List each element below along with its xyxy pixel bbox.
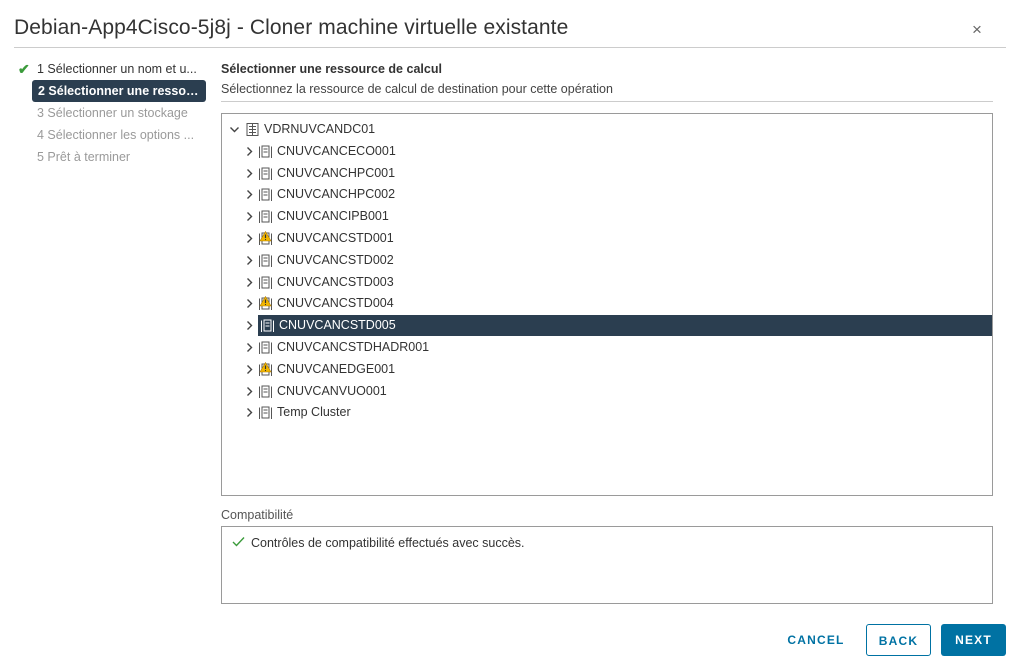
tree-cluster-node[interactable]: CNUVCANCHPC002	[222, 184, 992, 205]
cluster-warning-icon	[258, 296, 273, 311]
tree-node-label: CNUVCANCHPC001	[277, 165, 396, 180]
cluster-warning-icon	[258, 230, 273, 246]
step-label: 5 Prêt à terminer	[37, 150, 131, 164]
step-1[interactable]: ✔ 1 Sélectionner un nom et u...	[14, 58, 206, 80]
cluster-icon	[258, 144, 273, 159]
chevron-down-icon[interactable]	[228, 119, 240, 140]
back-button[interactable]: BACK	[866, 624, 931, 656]
step-3: 3 Sélectionner un stockage	[14, 102, 206, 124]
compatibility-label: Compatibilité	[221, 508, 294, 522]
chevron-right-icon[interactable]	[243, 250, 255, 271]
next-button[interactable]: NEXT	[941, 624, 1006, 656]
tree-node-label: CNUVCANCSTDHADR001	[277, 340, 430, 354]
tree-cluster-node[interactable]: CNUVCANCSTD001	[222, 228, 992, 249]
tree-node-label: CNUVCANCSTD004	[277, 296, 394, 311]
step-2[interactable]: 2 Sélectionner une ressour...	[32, 80, 206, 102]
compatibility-message: Contrôles de compatibilité effectués ave…	[232, 536, 525, 550]
tree-cluster-node[interactable]: CNUVCANCHPC001	[222, 163, 992, 184]
tree-node-label: CNUVCANCSTD002	[277, 252, 394, 267]
tree-node-label: CNUVCANCSTD001	[277, 231, 394, 245]
cluster-warning-icon	[258, 361, 273, 377]
cluster-icon	[260, 318, 275, 333]
tree-node-label: CNUVCANCSTD003	[277, 274, 394, 289]
section-title: Sélectionner une ressource de calcul	[221, 62, 442, 76]
cluster-icon	[258, 166, 273, 181]
cluster-icon	[258, 187, 273, 202]
tree-cluster-node[interactable]: CNUVCANCECO001	[222, 141, 992, 162]
tree-node-label: Temp Cluster	[277, 405, 351, 420]
tree-cluster-node[interactable]: CNUVCANCSTD003	[222, 272, 992, 293]
chevron-right-icon[interactable]	[243, 141, 255, 162]
tree-cluster-node[interactable]: Temp Cluster	[222, 402, 992, 423]
tree-node-label: CNUVCANVUO001	[277, 383, 387, 398]
resource-tree: VDRNUVCANDC01 CNUVCANCECO001 CNUVCANCHPC0…	[221, 113, 993, 496]
chevron-right-icon[interactable]	[243, 402, 255, 423]
chevron-right-icon[interactable]	[243, 359, 255, 380]
cluster-icon	[258, 209, 273, 224]
tree-cluster-node[interactable]: CNUVCANCSTD002	[222, 250, 992, 271]
tree-node-label: CNUVCANCHPC002	[277, 187, 396, 202]
tree-node-label: CNUVCANEDGE001	[277, 361, 396, 376]
chevron-right-icon[interactable]	[243, 293, 255, 314]
chevron-right-icon[interactable]	[243, 315, 255, 336]
tree-node-label: CNUVCANCIPB001	[277, 209, 389, 224]
check-icon	[232, 536, 245, 550]
chevron-right-icon[interactable]	[243, 184, 255, 205]
compatibility-message-text: Contrôles de compatibilité effectués ave…	[251, 536, 525, 550]
chevron-right-icon[interactable]	[243, 206, 255, 227]
step-4: 4 Sélectionner les options ...	[14, 124, 206, 146]
title-divider	[14, 47, 1006, 48]
dialog-title: Debian-App4Cisco-5j8j - Cloner machine v…	[14, 16, 569, 39]
compatibility-box: Contrôles de compatibilité effectués ave…	[221, 526, 993, 604]
step-label: 1 Sélectionner un nom et u...	[37, 62, 197, 76]
datacenter-icon	[245, 122, 260, 137]
chevron-right-icon[interactable]	[243, 272, 255, 293]
chevron-right-icon[interactable]	[243, 228, 255, 249]
check-icon: ✔	[18, 61, 30, 77]
tree-node-label: CNUVCANCECO001	[277, 143, 396, 158]
step-5: 5 Prêt à terminer	[14, 146, 206, 168]
cluster-icon	[258, 340, 273, 355]
tree-cluster-node[interactable]: CNUVCANCIPB001	[222, 206, 992, 227]
tree-cluster-node[interactable]: CNUVCANVUO001	[222, 381, 992, 402]
cluster-icon	[258, 405, 273, 420]
tree-node-label: CNUVCANCSTD005	[279, 318, 396, 333]
tree-cluster-node[interactable]: CNUVCANCSTDHADR001	[222, 337, 992, 358]
section-divider	[221, 101, 993, 102]
tree-cluster-node[interactable]: CNUVCANCSTD004	[222, 293, 992, 314]
tree-root-node[interactable]: VDRNUVCANDC01	[222, 119, 992, 140]
tree-cluster-node[interactable]: CNUVCANCSTD005	[222, 315, 992, 337]
chevron-right-icon[interactable]	[243, 381, 255, 402]
wizard-steps: ✔ 1 Sélectionner un nom et u... 2 Sélect…	[14, 58, 206, 168]
close-icon[interactable]: ×	[972, 20, 982, 40]
chevron-right-icon[interactable]	[243, 337, 255, 358]
step-label: 2 Sélectionner une ressour...	[38, 84, 206, 98]
tree-cluster-node[interactable]: CNUVCANEDGE001	[222, 359, 992, 380]
cluster-icon	[258, 253, 273, 268]
chevron-right-icon[interactable]	[243, 163, 255, 184]
section-description: Sélectionnez la ressource de calcul de d…	[221, 82, 613, 96]
step-label: 3 Sélectionner un stockage	[37, 106, 188, 120]
tree-node-label: VDRNUVCANDC01	[264, 122, 376, 136]
cluster-icon	[258, 384, 273, 399]
cluster-icon	[258, 275, 273, 290]
cancel-button[interactable]: CANCEL	[780, 624, 852, 656]
step-label: 4 Sélectionner les options ...	[37, 128, 195, 142]
